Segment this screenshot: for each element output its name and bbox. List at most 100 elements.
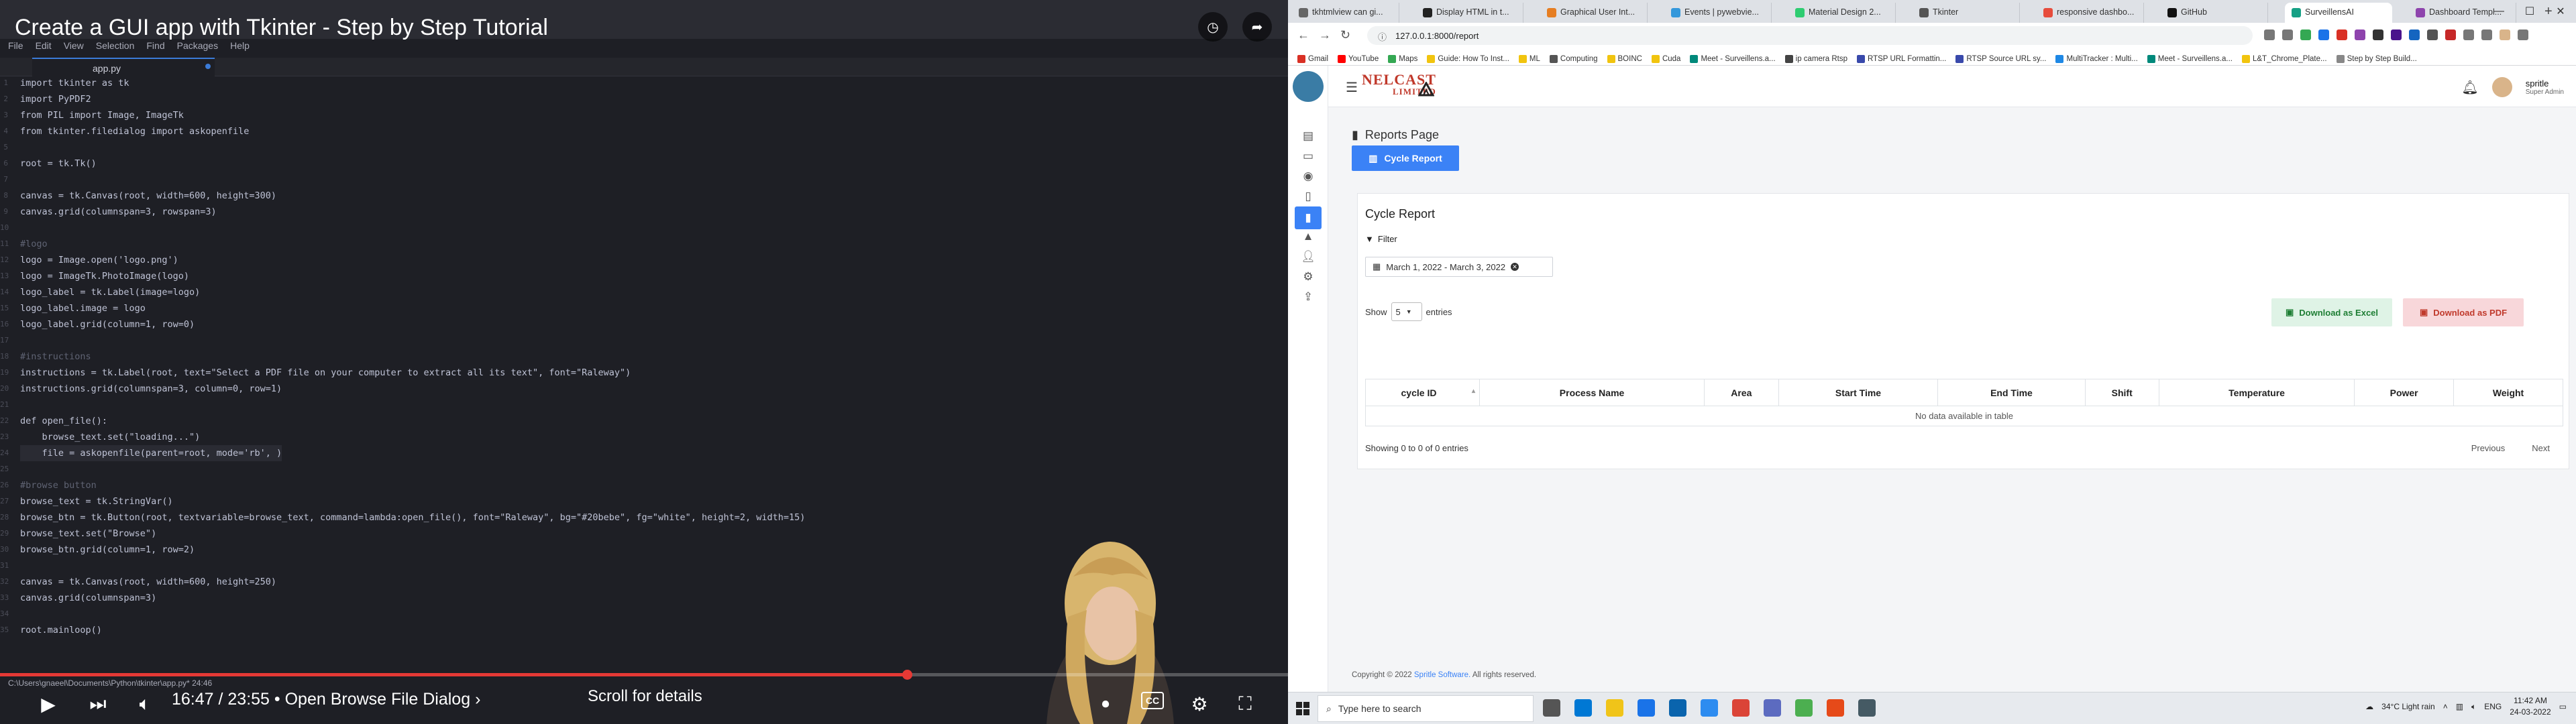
network-icon[interactable]: ▥ — [2456, 702, 2463, 711]
closed-captions-button[interactable]: CC — [1141, 692, 1164, 709]
terminal-icon[interactable] — [1858, 699, 1876, 717]
extension-icon[interactable] — [2373, 29, 2383, 40]
watch-later-icon[interactable]: ◷ — [1198, 12, 1228, 42]
close-window-icon[interactable]: ✕ — [2545, 0, 2576, 23]
browser-tab[interactable]: Events | pywebvie... — [1664, 3, 1772, 23]
extension-icon[interactable] — [2282, 29, 2293, 40]
browser-tab[interactable]: Graphical User Int... — [1540, 3, 1648, 23]
language-indicator[interactable]: ENG — [2484, 702, 2502, 711]
site-info-icon[interactable]: ⓘ — [1378, 30, 1387, 43]
app-icon[interactable] — [1795, 699, 1813, 717]
play-icon[interactable]: ▶ — [36, 692, 60, 716]
bookmark-item[interactable]: MultiTracker : Multi... — [2055, 52, 2138, 65]
download-pdf-button[interactable]: ▣ Download as PDF — [2403, 298, 2524, 326]
bookmark-item[interactable]: ip camera Rtsp — [1784, 52, 1847, 65]
sidebar-item-users[interactable]: 👤︎ — [1295, 247, 1322, 267]
browser-tab[interactable]: tkhtmlview can gi... — [1292, 3, 1399, 23]
column-header[interactable]: Shift — [2084, 379, 2159, 406]
column-header[interactable]: Process Name — [1479, 379, 1705, 406]
extension-icon[interactable] — [2337, 29, 2347, 40]
bookmark-item[interactable]: ML — [1518, 52, 1540, 65]
edge-icon[interactable] — [1574, 699, 1592, 717]
download-excel-button[interactable]: ▣ Download as Excel — [2271, 298, 2392, 326]
weather-icon[interactable]: ☁ — [2365, 702, 2373, 711]
user-avatar[interactable] — [2491, 77, 2512, 97]
task-view-icon[interactable] — [1543, 699, 1560, 717]
back-arrow-icon[interactable]: ← — [1297, 28, 1309, 42]
clock[interactable]: 11:42 AM 24-03-2022 — [2510, 695, 2551, 718]
next-video-icon[interactable]: ⏭ — [86, 692, 110, 716]
sidebar-item-monitor[interactable]: ▭ — [1295, 146, 1322, 166]
extension-icon[interactable] — [2518, 29, 2528, 40]
bookmark-item[interactable]: Guide: How To Inst... — [1427, 52, 1509, 65]
bookmark-item[interactable]: RTSP Source URL sy... — [1955, 52, 2046, 65]
sidebar-item-documents[interactable]: ▯ — [1295, 186, 1322, 206]
entries-select[interactable]: 5 ▼ — [1391, 302, 1422, 321]
autoplay-toggle-icon[interactable]: ⏺ — [1093, 692, 1118, 716]
bookmark-item[interactable]: Computing — [1549, 52, 1598, 65]
copyright-link[interactable]: Spritle Software. — [1414, 671, 1470, 679]
app-icon[interactable] — [1764, 699, 1781, 717]
notification-bell-icon[interactable]: 🔔︎ — [2461, 79, 2478, 96]
weather-text[interactable]: 34°C Light rain — [2381, 702, 2435, 711]
forward-arrow-icon[interactable]: → — [1319, 28, 1331, 42]
clear-date-icon[interactable]: ✕ — [1511, 263, 1519, 271]
chrome-profile-icon[interactable] — [1827, 699, 1844, 717]
share-icon[interactable]: ➦ — [1242, 12, 1272, 42]
sidebar-item-alerts[interactable]: ▲ — [1295, 227, 1322, 247]
nelcast-logo[interactable]: NELCAST LIMITED — [1362, 71, 1436, 102]
extension-icon[interactable] — [2409, 29, 2420, 40]
next-page-button[interactable]: Next — [2532, 443, 2550, 453]
column-header[interactable]: Power — [2354, 379, 2455, 406]
sidebar-item-dashboard[interactable]: ▤ — [1295, 126, 1322, 146]
extension-icon[interactable] — [2318, 29, 2329, 40]
browser-tab[interactable]: GitHub — [2161, 3, 2268, 23]
bookmark-item[interactable]: L&T_Chrome_Plate... — [2241, 52, 2327, 65]
browser-tab[interactable]: SurveillensAI — [2285, 3, 2392, 23]
extension-icon[interactable] — [2300, 29, 2311, 40]
settings-gear-icon[interactable]: ⚙ — [1187, 692, 1212, 716]
tray-chevron-icon[interactable]: ˄ — [2443, 702, 2448, 711]
youtube-video-player[interactable]: Create a GUI app with Tkinter - Step by … — [0, 0, 1288, 724]
minimize-icon[interactable]: — — [2483, 0, 2514, 23]
sidebar-item-upload[interactable]: ⇪ — [1295, 287, 1322, 307]
previous-page-button[interactable]: Previous — [2471, 443, 2506, 453]
bookmark-item[interactable]: RTSP URL Formattin... — [1857, 52, 1946, 65]
extension-icon[interactable] — [2463, 29, 2474, 40]
vscode-icon[interactable] — [1701, 699, 1718, 717]
bookmark-item[interactable]: Cuda — [1651, 52, 1680, 65]
column-header[interactable]: Temperature — [2158, 379, 2355, 406]
notifications-icon[interactable]: ▭ — [2559, 702, 2567, 711]
video-title[interactable]: Create a GUI app with Tkinter - Step by … — [15, 15, 548, 41]
extension-icon[interactable] — [2481, 29, 2492, 40]
cycle-report-button[interactable]: ▥ Cycle Report — [1352, 145, 1459, 171]
column-header[interactable]: Start Time — [1778, 379, 1939, 406]
scrubber-handle[interactable] — [902, 670, 912, 680]
reload-icon[interactable]: ↻ — [1340, 28, 1350, 42]
mail-icon[interactable] — [1669, 699, 1686, 717]
fullscreen-icon[interactable]: ⛶ — [1233, 692, 1257, 716]
sidebar-item-camera[interactable]: ◉ — [1295, 166, 1322, 186]
bookmark-item[interactable]: Meet - Surveillens.a... — [1690, 52, 1776, 65]
speaker-icon[interactable]: 🔈︎ — [2471, 702, 2476, 712]
extension-icon[interactable] — [2500, 29, 2510, 40]
store-icon[interactable] — [1638, 699, 1655, 717]
browser-tab[interactable]: responsive dashbo... — [2037, 3, 2144, 23]
extension-icon[interactable] — [2445, 29, 2456, 40]
windows-start-icon[interactable] — [1296, 702, 1309, 715]
volume-icon[interactable]: 🔈︎ — [133, 692, 157, 716]
column-header[interactable]: End Time — [1937, 379, 2086, 406]
address-bar[interactable]: ⓘ 127.0.0.1:8000/report — [1367, 26, 2253, 45]
sidebar-item-settings[interactable]: ⚙ — [1295, 267, 1322, 287]
bookmark-item[interactable]: Step by Step Build... — [2336, 52, 2417, 65]
date-range-picker[interactable]: ▦ March 1, 2022 - March 3, 2022 ✕ — [1365, 257, 1553, 277]
sidebar-item-reports[interactable]: ▮ — [1295, 206, 1322, 229]
extension-icon[interactable] — [2355, 29, 2365, 40]
scroll-for-details-hint[interactable]: Scroll for details — [588, 687, 702, 706]
bookmark-item[interactable]: YouTube — [1338, 52, 1379, 65]
column-header[interactable]: cycle ID ▴ — [1365, 379, 1480, 406]
taskbar-search-box[interactable]: ⌕ Type here to search — [1318, 695, 1534, 722]
sidebar-logo[interactable] — [1293, 71, 1324, 102]
browser-tab[interactable]: Display HTML in t... — [1416, 3, 1523, 23]
browser-tab[interactable]: Tkinter — [1913, 3, 2020, 23]
